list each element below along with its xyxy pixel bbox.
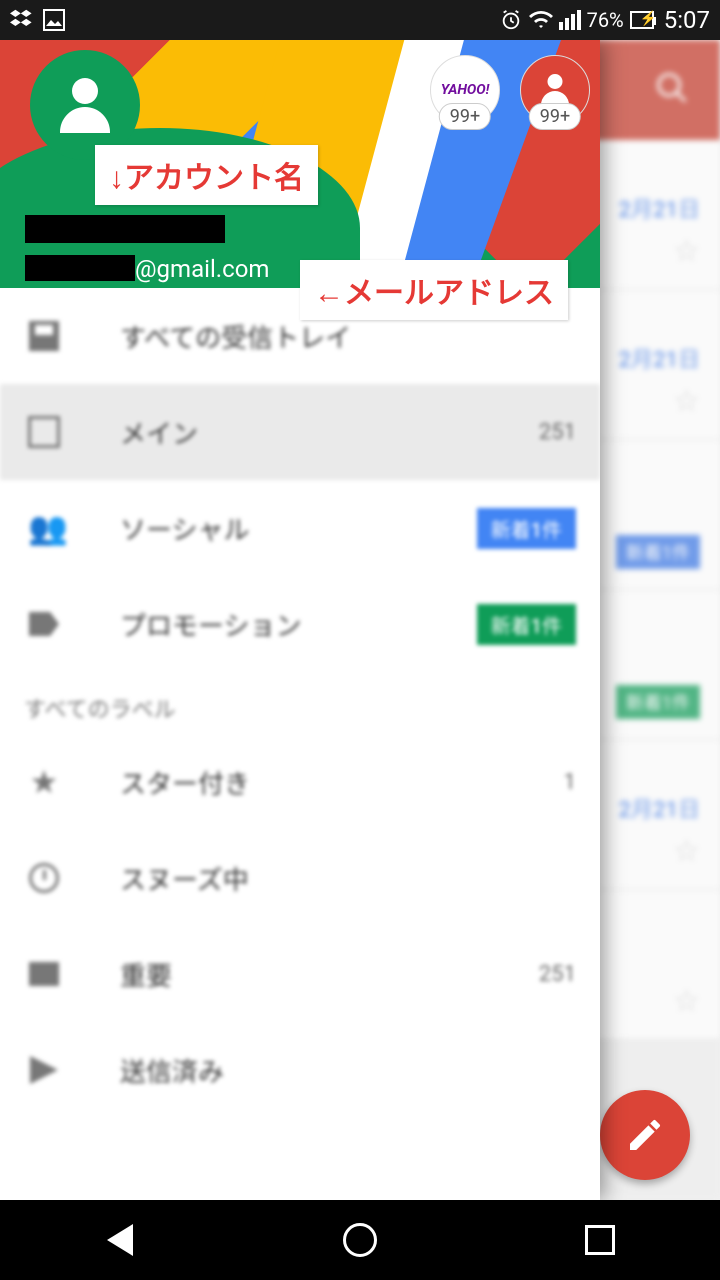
drawer-list: すべての受信トレイ メイン 251 👥 ソーシャル 新着1件 プロモーション 新… xyxy=(0,288,600,1200)
drawer-item-label: スヌーズ中 xyxy=(120,860,576,897)
navigation-drawer: YAHOO! 99+ 99+ @gmail.com すべての受信トレイ メイン … xyxy=(0,40,600,1200)
alt-account-avatar-2[interactable]: 99+ xyxy=(520,55,590,125)
drawer-item-label: スター付き xyxy=(120,764,564,801)
email-domain: @gmail.com xyxy=(135,255,269,283)
status-bar: 76% ⚡ 5:07 xyxy=(0,0,720,40)
new-badge: 新着1件 xyxy=(477,508,576,549)
star-icon[interactable]: ☆ xyxy=(673,834,700,869)
star-icon[interactable]: ☆ xyxy=(673,384,700,419)
people-icon: 👥 xyxy=(24,508,64,548)
mail-date: 2月21日 xyxy=(618,792,700,824)
alt-account-avatar-1[interactable]: YAHOO! 99+ xyxy=(430,55,500,125)
wifi-icon xyxy=(529,8,553,32)
person-icon xyxy=(539,74,571,106)
search-icon[interactable] xyxy=(654,70,690,115)
clock-icon xyxy=(24,858,64,898)
drawer-item-count: 1 xyxy=(564,770,576,795)
annotation-account-name: ↓アカウント名 xyxy=(95,145,318,205)
category-badge: 新着1件 xyxy=(616,535,700,569)
label-icon xyxy=(24,954,64,994)
drawer-item-label: プロモーション xyxy=(120,606,477,643)
system-nav-bar xyxy=(0,1200,720,1280)
send-icon xyxy=(24,1050,64,1090)
status-right: 76% ⚡ 5:07 xyxy=(499,6,710,34)
drawer-item-count: 251 xyxy=(539,420,576,445)
primary-account-avatar[interactable] xyxy=(30,50,140,160)
signal-icon xyxy=(559,10,581,30)
drawer-item-label: メイン xyxy=(120,414,539,451)
annotation-email-address: ←メールアドレス xyxy=(300,260,568,320)
new-badge: 新着1件 xyxy=(477,604,576,645)
drawer-item-starred[interactable]: ★ スター付き 1 xyxy=(0,734,600,830)
drawer-item-important[interactable]: 重要 251 xyxy=(0,926,600,1022)
tag-icon xyxy=(24,604,64,644)
drawer-item-primary[interactable]: メイン 251 xyxy=(0,384,600,480)
drawer-item-promotions[interactable]: プロモーション 新着1件 xyxy=(0,576,600,672)
mail-date: 2月21日 xyxy=(618,342,700,374)
star-icon[interactable]: ☆ xyxy=(673,234,700,269)
dropbox-icon xyxy=(10,8,34,32)
category-badge: 新着1件 xyxy=(616,685,700,719)
drawer-item-label: ソーシャル xyxy=(120,510,477,547)
drawer-item-count: 251 xyxy=(539,962,576,987)
recent-apps-button[interactable] xyxy=(570,1210,630,1270)
home-button[interactable] xyxy=(330,1210,390,1270)
email-user-redacted xyxy=(25,255,135,281)
battery-percent: 76% xyxy=(587,8,624,32)
back-button[interactable] xyxy=(90,1210,150,1270)
star-icon: ★ xyxy=(24,762,64,802)
drawer-section-header: すべてのラベル xyxy=(0,672,600,734)
person-icon xyxy=(58,78,113,133)
all-inbox-icon xyxy=(24,316,64,356)
unread-badge: 99+ xyxy=(529,103,581,130)
image-icon xyxy=(42,8,66,32)
alarm-icon xyxy=(499,8,523,32)
mail-date: 2月21日 xyxy=(618,192,700,224)
star-icon[interactable]: ☆ xyxy=(673,984,700,1019)
account-email: @gmail.com xyxy=(25,255,269,283)
drawer-item-label: すべての受信トレイ xyxy=(120,318,576,355)
drawer-item-label: 送信済み xyxy=(120,1052,576,1089)
drawer-item-sent[interactable]: 送信済み xyxy=(0,1022,600,1118)
compose-fab[interactable] xyxy=(600,1090,690,1180)
status-left xyxy=(10,8,66,32)
clock-text: 5:07 xyxy=(664,6,710,34)
yahoo-logo: YAHOO! xyxy=(441,82,490,98)
drawer-item-snoozed[interactable]: スヌーズ中 xyxy=(0,830,600,926)
battery-icon: ⚡ xyxy=(630,8,654,32)
account-name-redacted xyxy=(25,215,225,243)
drawer-item-social[interactable]: 👥 ソーシャル 新着1件 xyxy=(0,480,600,576)
drawer-item-label: 重要 xyxy=(120,956,539,993)
unread-badge: 99+ xyxy=(439,103,491,130)
inbox-icon xyxy=(24,412,64,452)
